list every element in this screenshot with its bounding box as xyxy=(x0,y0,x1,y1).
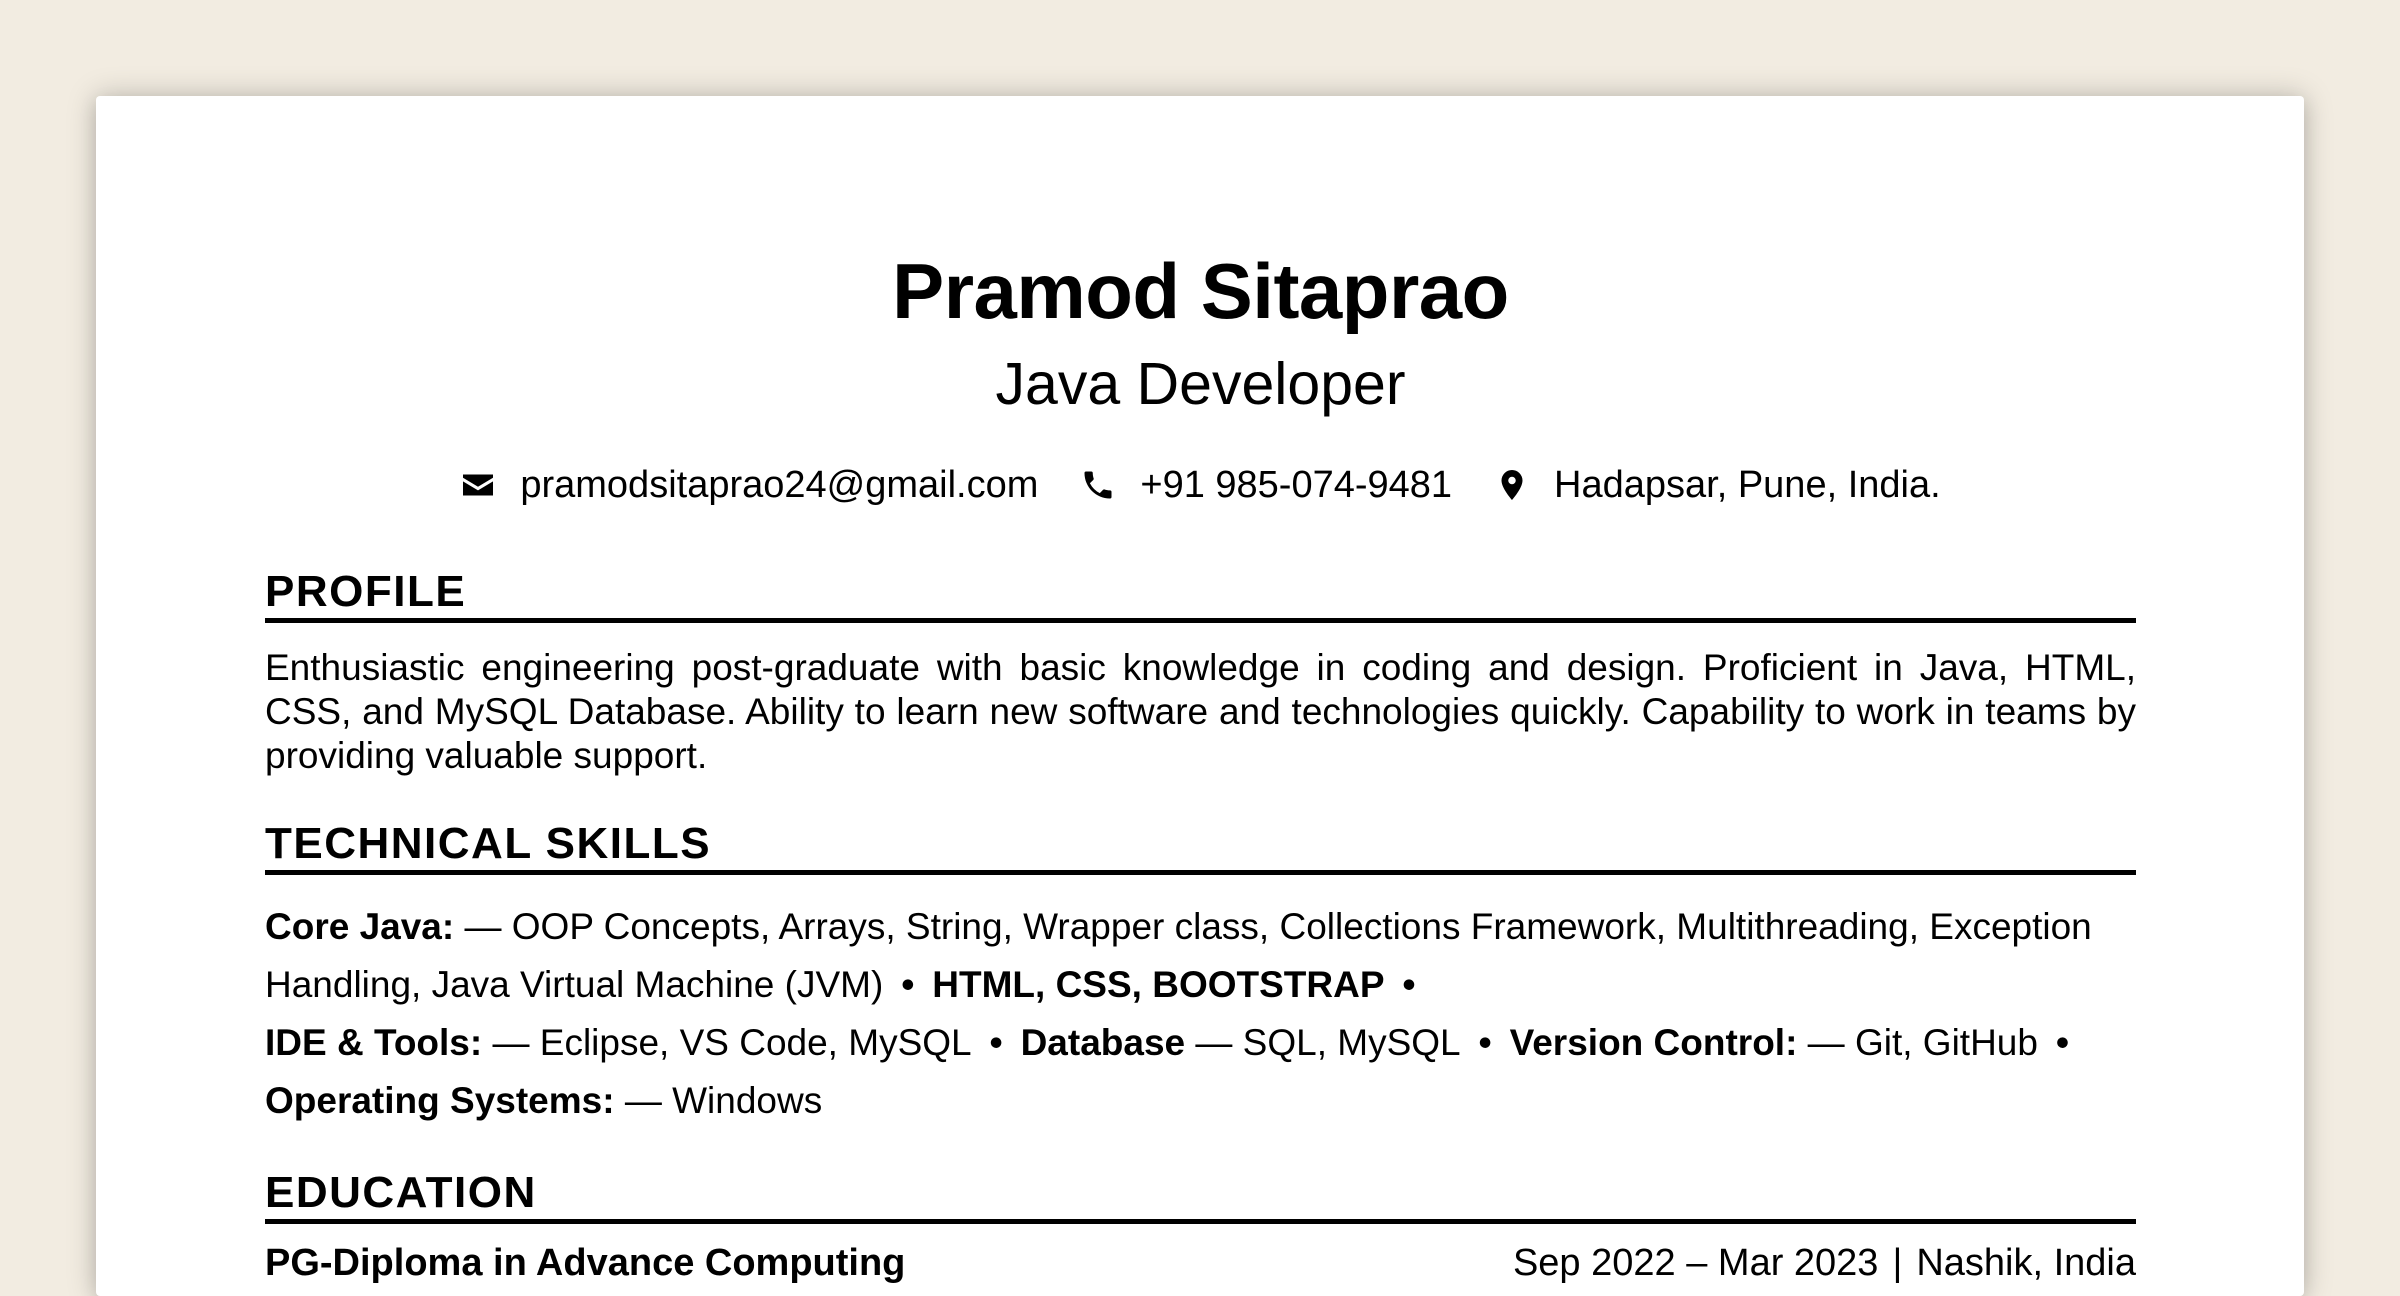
education-heading: EDUCATION xyxy=(265,1171,2136,1224)
skills-list: Core Java: — OOP Concepts, Arrays, Strin… xyxy=(265,898,2136,1130)
skills-heading: TECHNICAL SKILLS xyxy=(265,822,2136,875)
skill-label: IDE & Tools: xyxy=(265,1022,483,1063)
bullet-separator: • xyxy=(901,964,915,1005)
job-title: Java Developer xyxy=(995,351,1406,417)
education-entry: PG-Diploma in Advance Computing Sep 2022… xyxy=(265,1244,2136,1282)
contact-location: Hadapsar, Pune, India. xyxy=(1494,466,1941,504)
skill-label: Database xyxy=(1020,1022,1186,1063)
bullet-separator: • xyxy=(1478,1022,1492,1063)
education-degree: PG-Diploma in Advance Computing xyxy=(265,1242,906,1284)
education-dates: Sep 2022 – Mar 2023 xyxy=(1512,1242,1879,1284)
phone-text: +91 985-074-9481 xyxy=(1140,464,1453,506)
bullet-separator: • xyxy=(1402,964,1416,1005)
profile-heading: PROFILE xyxy=(265,570,2136,623)
phone-icon xyxy=(1084,471,1112,499)
profile-text: Enthusiastic engineering post-graduate w… xyxy=(265,647,2136,776)
skill-value: — Eclipse, VS Code, MySQL xyxy=(482,1022,972,1063)
bullet-separator: • xyxy=(989,1022,1003,1063)
education-meta: Sep 2022 – Mar 2023 | Nashik, India xyxy=(1513,1244,2136,1282)
meta-separator: | xyxy=(1892,1242,1903,1284)
candidate-name: Pramod Sitaprao xyxy=(892,247,1509,335)
skill-label: Operating Systems: xyxy=(265,1080,615,1121)
contact-phone[interactable]: +91 985-074-9481 xyxy=(1080,466,1452,504)
contact-bar: pramodsitaprao24@gmail.com +91 985-074-9… xyxy=(265,466,2136,504)
location-text: Hadapsar, Pune, India. xyxy=(1554,464,1941,506)
email-text: pramodsitaprao24@gmail.com xyxy=(520,464,1039,506)
contact-email[interactable]: pramodsitaprao24@gmail.com xyxy=(460,466,1038,504)
bullet-separator: • xyxy=(2055,1022,2069,1063)
resume-page: Pramod Sitaprao Java Developer pramodsit… xyxy=(96,96,2304,1296)
skill-value: — Windows xyxy=(614,1080,823,1121)
education-location: Nashik, India xyxy=(1916,1242,2136,1284)
skill-label: HTML, CSS, BOOTSTRAP xyxy=(932,964,1385,1005)
envelope-icon xyxy=(463,474,494,496)
skill-label: Core Java: xyxy=(265,906,455,947)
skill-value: — Git, GitHub xyxy=(1797,1022,2038,1063)
skill-label: Version Control: xyxy=(1509,1022,1798,1063)
map-pin-icon xyxy=(1501,470,1523,500)
skill-value: — SQL, MySQL xyxy=(1185,1022,1461,1063)
